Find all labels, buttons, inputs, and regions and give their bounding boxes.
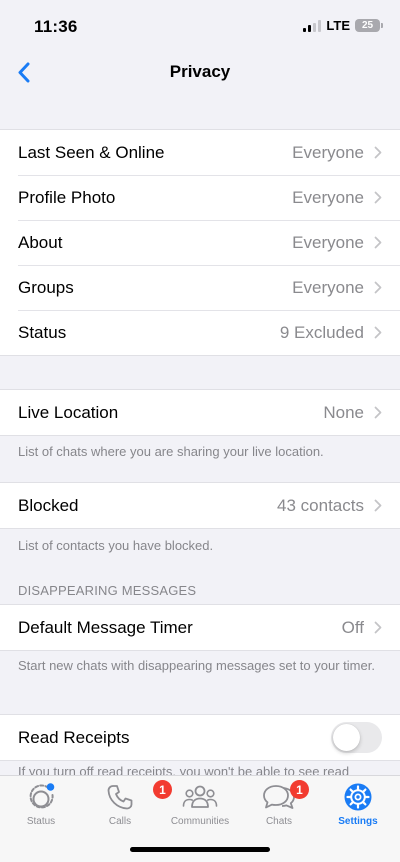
row-groups[interactable]: Groups Everyone	[0, 265, 400, 310]
chevron-right-icon	[374, 236, 382, 249]
row-label: Groups	[18, 277, 74, 297]
row-label: Blocked	[18, 495, 79, 515]
chevron-right-icon	[374, 191, 382, 204]
row-about[interactable]: About Everyone	[0, 220, 400, 265]
tab-label: Calls	[108, 816, 132, 827]
tab-label: Status	[26, 816, 56, 827]
disappearing-group: Default Message Timer Off	[0, 604, 400, 651]
gear-icon	[343, 782, 373, 812]
row-label: About	[18, 232, 63, 252]
disappearing-footer: Start new chats with disappearing messag…	[18, 658, 375, 673]
row-label: Last Seen & Online	[18, 142, 165, 162]
live-location-group: Live Location None	[0, 389, 400, 436]
row-blocked[interactable]: Blocked 43 contacts	[0, 483, 400, 528]
battery-level: 25	[361, 20, 374, 31]
chevron-right-icon	[374, 281, 382, 294]
chevron-right-icon	[374, 406, 382, 419]
row-label: Read Receipts	[18, 727, 130, 747]
row-value: 9 Excluded	[279, 322, 364, 342]
chats-badge: 1	[290, 780, 309, 799]
tab-label: Chats	[265, 816, 293, 827]
phone-icon: 1	[105, 780, 172, 812]
row-live-location[interactable]: Live Location None	[0, 390, 400, 435]
chevron-right-icon	[374, 499, 382, 512]
status-time: 11:36	[34, 17, 78, 36]
status-bar: 11:36 LTE 25	[0, 0, 400, 52]
row-label: Live Location	[18, 402, 119, 422]
row-label: Default Message Timer	[18, 617, 193, 637]
tab-settings[interactable]: Settings	[318, 782, 398, 827]
tab-status[interactable]: Status	[1, 782, 81, 827]
chevron-right-icon	[374, 326, 382, 339]
blocked-footer: List of contacts you have blocked.	[18, 538, 214, 553]
read-receipts-toggle[interactable]	[331, 722, 382, 753]
row-label: Profile Photo	[18, 187, 116, 207]
home-indicator[interactable]	[130, 847, 270, 852]
section-header-disappearing: DISAPPEARING MESSAGES	[18, 583, 197, 598]
cellular-signal-icon	[303, 19, 322, 32]
tab-label: Settings	[338, 816, 378, 827]
battery-icon: 25	[355, 19, 383, 32]
chevron-right-icon	[374, 621, 382, 634]
chevron-right-icon	[374, 146, 382, 159]
row-status[interactable]: Status 9 Excluded	[0, 310, 400, 355]
page-title: Privacy	[169, 62, 231, 81]
network-type: LTE	[326, 18, 350, 33]
row-value: Everyone	[292, 187, 364, 207]
row-read-receipts: Read Receipts	[0, 715, 400, 760]
status-indicators: LTE 25	[303, 18, 383, 33]
row-value: 43 contacts	[277, 495, 364, 515]
tab-chats[interactable]: 1 Chats	[239, 780, 319, 827]
navigation-bar: Privacy	[0, 52, 400, 92]
live-location-footer: List of chats where you are sharing your…	[18, 444, 324, 459]
row-label: Status	[18, 322, 67, 342]
read-receipts-footer: If you turn off read receipts, you won't…	[18, 765, 382, 775]
row-value: Off	[341, 617, 364, 637]
toggle-knob	[333, 724, 360, 751]
blocked-group: Blocked 43 contacts	[0, 482, 400, 529]
tab-label: Communities	[170, 816, 230, 827]
row-value: None	[323, 402, 364, 422]
communities-icon	[182, 782, 218, 812]
status-ring-icon	[26, 782, 56, 812]
row-default-message-timer[interactable]: Default Message Timer Off	[0, 605, 400, 650]
tab-calls[interactable]: 1 Calls	[80, 780, 172, 827]
row-value: Everyone	[292, 277, 364, 297]
row-profile-photo[interactable]: Profile Photo Everyone	[0, 175, 400, 220]
tab-communities[interactable]: Communities	[160, 782, 240, 827]
read-receipts-group: Read Receipts	[0, 714, 400, 761]
row-value: Everyone	[292, 232, 364, 252]
read-receipts-footer-text: If you turn off read receipts, you won't…	[18, 765, 350, 775]
chat-bubbles-icon: 1	[262, 780, 309, 812]
row-value: Everyone	[292, 142, 364, 162]
row-last-seen-online[interactable]: Last Seen & Online Everyone	[0, 130, 400, 175]
privacy-visibility-group: Last Seen & Online Everyone Profile Phot…	[0, 129, 400, 356]
